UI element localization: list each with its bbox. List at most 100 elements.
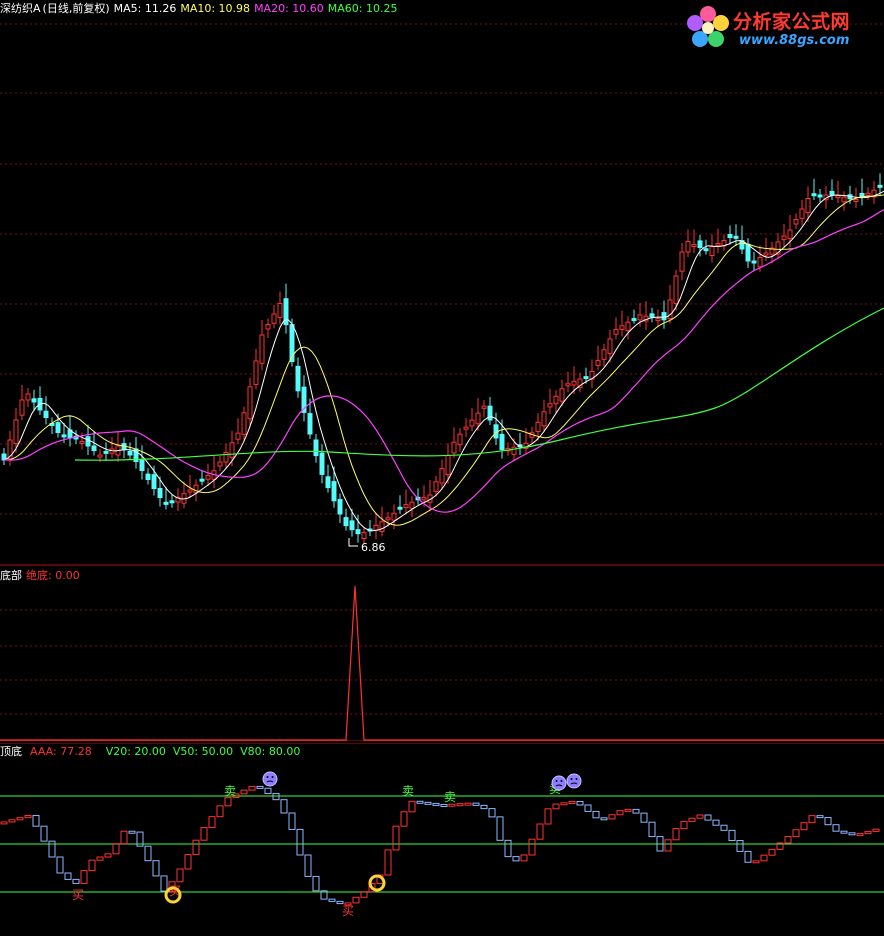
osc-down-bar bbox=[648, 821, 656, 838]
osc-up-bar bbox=[752, 860, 760, 864]
sad-face-icon bbox=[566, 773, 582, 789]
osc-down-bar bbox=[312, 875, 320, 892]
osc-up-bar bbox=[96, 856, 104, 861]
up-candle bbox=[757, 257, 763, 268]
brand-url: www.88gs.com bbox=[739, 33, 850, 48]
osc-up-bar bbox=[560, 802, 568, 806]
up-candle bbox=[805, 198, 811, 214]
osc-up-bar bbox=[248, 785, 256, 791]
low-price-label: 6.86 bbox=[361, 541, 386, 554]
face-eye bbox=[570, 778, 573, 780]
osc-down-bar bbox=[128, 830, 136, 834]
osc-down-bar bbox=[816, 815, 824, 819]
osc-up-bar bbox=[216, 805, 224, 818]
osc-up-bar bbox=[856, 833, 864, 837]
down-candle bbox=[817, 194, 823, 198]
osc-down-bar bbox=[72, 878, 80, 884]
low-pointer bbox=[348, 538, 358, 547]
osc-up-bar bbox=[688, 817, 696, 822]
ma20-value: MA20: 10.60 bbox=[254, 2, 324, 15]
up-candle bbox=[787, 229, 793, 239]
osc-up-bar bbox=[120, 830, 128, 845]
down-candle bbox=[55, 422, 61, 434]
osc-up-bar bbox=[544, 808, 552, 825]
bottom-indicator-chart[interactable] bbox=[0, 566, 884, 741]
up-candle bbox=[235, 432, 241, 440]
up-candle bbox=[655, 318, 661, 322]
down-candle bbox=[103, 450, 109, 454]
up-candle bbox=[79, 441, 85, 444]
down-candle bbox=[355, 529, 361, 535]
up-candle bbox=[565, 383, 571, 387]
osc-up-bar bbox=[456, 803, 464, 807]
osc-up-bar bbox=[792, 829, 800, 838]
up-candle bbox=[19, 399, 25, 416]
osc-up-bar bbox=[0, 821, 8, 825]
up-candle bbox=[469, 419, 475, 427]
down-candle bbox=[163, 501, 169, 505]
down-candle bbox=[139, 459, 145, 471]
down-candle bbox=[397, 506, 403, 510]
up-candle bbox=[511, 446, 517, 455]
osc-down-bar bbox=[824, 817, 832, 826]
osc-down-bar bbox=[736, 840, 744, 852]
osc-down-bar bbox=[600, 817, 608, 821]
down-candle bbox=[151, 474, 157, 490]
sell-signal-label: 卖 bbox=[444, 790, 456, 804]
osc-up-bar bbox=[240, 789, 248, 795]
osc-down-bar bbox=[744, 850, 752, 863]
osc-down-bar bbox=[592, 810, 600, 819]
up-candle bbox=[217, 461, 223, 467]
osc-up-bar bbox=[24, 815, 32, 819]
osc-down-bar bbox=[272, 792, 280, 801]
osc-up-bar bbox=[208, 816, 216, 829]
up-candle bbox=[25, 393, 31, 401]
down-candle bbox=[733, 235, 739, 239]
price-chart-pane[interactable]: 6.86 深纺织A (日线,前复权) MA5: 11.26 MA10: 10.98 MA… bbox=[0, 0, 884, 566]
up-candle bbox=[385, 517, 391, 521]
bottom-indicator-pane[interactable]: 底部 绝底: 0.00 bbox=[0, 566, 884, 741]
flower-logo-icon bbox=[687, 6, 729, 47]
topbottom-indicator-chart[interactable]: 卖卖卖卖买买买 bbox=[0, 743, 884, 936]
bottom-signal-line bbox=[0, 585, 884, 741]
osc-up-bar bbox=[112, 843, 120, 855]
sell-signal-label: 卖 bbox=[402, 784, 414, 798]
ma5-value: MA5: 11.26 bbox=[113, 2, 177, 15]
osc-down-bar bbox=[704, 814, 712, 821]
osc-down-bar bbox=[840, 830, 848, 834]
down-candle bbox=[649, 313, 655, 318]
down-candle bbox=[43, 410, 49, 419]
osc-down-bar bbox=[432, 802, 440, 806]
down-candle bbox=[169, 500, 175, 504]
candlestick-chart[interactable]: 6.86 bbox=[0, 0, 884, 566]
up-candle bbox=[463, 426, 469, 430]
up-candle bbox=[559, 388, 565, 402]
osc-up-bar bbox=[680, 820, 688, 830]
osc-down-bar bbox=[264, 787, 272, 794]
osc-up-bar bbox=[696, 814, 704, 819]
up-candle bbox=[265, 324, 271, 330]
down-candle bbox=[85, 436, 91, 447]
osc-up-bar bbox=[224, 797, 232, 807]
osc-down-bar bbox=[576, 800, 584, 806]
osc-down-bar bbox=[280, 799, 288, 814]
osc-down-bar bbox=[152, 860, 160, 877]
up-candle bbox=[625, 321, 631, 332]
up-candle bbox=[715, 243, 721, 246]
down-candle bbox=[811, 193, 817, 197]
up-candle bbox=[361, 532, 367, 539]
up-candle bbox=[613, 328, 619, 335]
up-candle bbox=[409, 501, 415, 509]
up-candle bbox=[13, 419, 19, 445]
down-candle bbox=[145, 473, 151, 481]
osc-up-bar bbox=[184, 854, 192, 870]
ma60-line bbox=[74, 307, 884, 461]
brand-name: 分析家公式网 bbox=[733, 11, 851, 33]
up-candle bbox=[601, 349, 607, 360]
osc-up-bar bbox=[360, 891, 368, 898]
topbottom-indicator-pane[interactable]: 卖卖卖卖买买买 顶底AAA: 77.28V20: 20.00 V50: 50.0… bbox=[0, 743, 884, 936]
down-candle bbox=[349, 520, 355, 531]
osc-up-bar bbox=[536, 823, 544, 840]
up-candle bbox=[271, 313, 277, 324]
osc-up-bar bbox=[88, 859, 96, 872]
